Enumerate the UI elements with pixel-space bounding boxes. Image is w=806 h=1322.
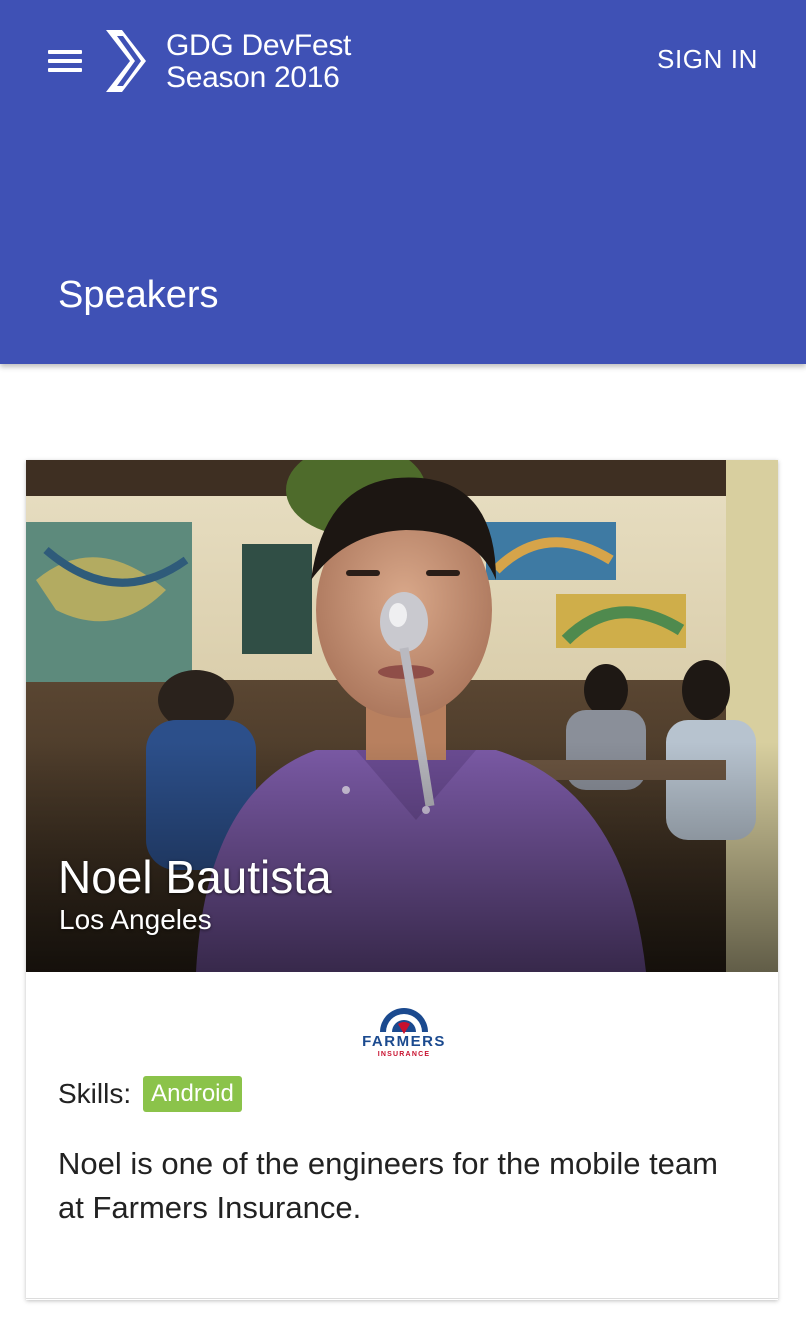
speaker-city: Los Angeles bbox=[59, 904, 212, 935]
skills-label: Skills: bbox=[58, 1078, 132, 1109]
skill-chip-android[interactable]: Android bbox=[143, 1076, 242, 1112]
card-divider bbox=[26, 1298, 778, 1299]
brand-line-2: Season 2016 bbox=[166, 61, 340, 94]
app-header: GDG DevFest Season 2016 SIGN IN Speakers bbox=[0, 0, 806, 364]
speaker-bio: Noel is one of the engineers for the mob… bbox=[58, 1146, 718, 1225]
gdg-chevron-logo-icon bbox=[106, 30, 146, 92]
speaker-name: Noel Bautista bbox=[58, 851, 332, 903]
brand-title[interactable]: GDG DevFest Season 2016 bbox=[166, 30, 351, 94]
hamburger-menu-icon[interactable] bbox=[46, 46, 84, 76]
skills-row: Skills: Android bbox=[58, 1076, 242, 1112]
speaker-card[interactable]: Noel Bautista Los Angeles FARMERS INSURA… bbox=[26, 460, 778, 1300]
brand-line-1: GDG DevFest bbox=[166, 29, 352, 62]
company-logo-subtext: INSURANCE bbox=[378, 1051, 430, 1058]
company-logo-text: FARMERS bbox=[362, 1033, 446, 1050]
page-title: Speakers bbox=[58, 274, 219, 316]
company-logo: FARMERS INSURANCE bbox=[362, 1008, 446, 1058]
speaker-photo: Noel Bautista Los Angeles bbox=[26, 460, 778, 972]
sign-in-button[interactable]: SIGN IN bbox=[657, 44, 758, 75]
